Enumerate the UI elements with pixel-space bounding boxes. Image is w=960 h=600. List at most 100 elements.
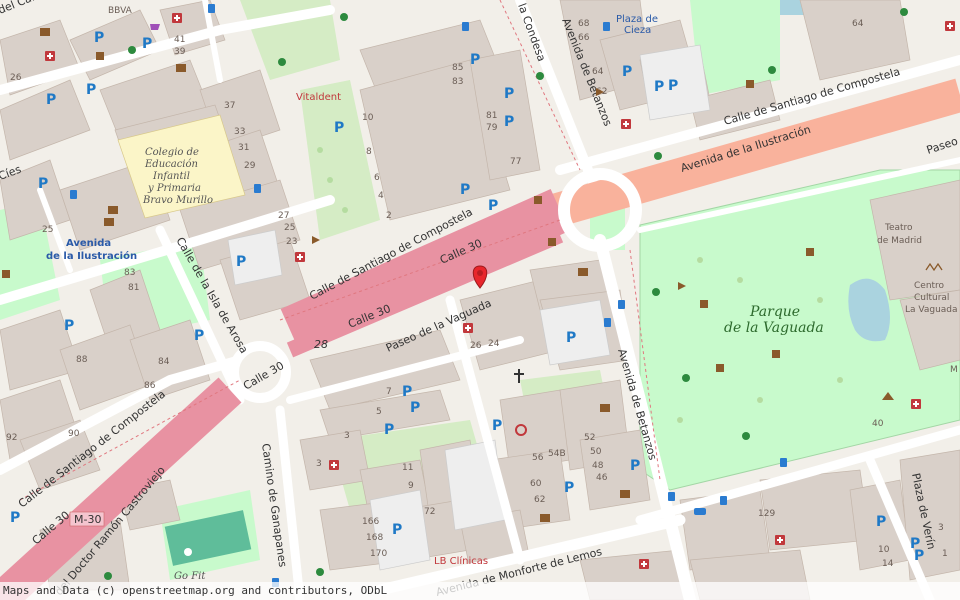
svg-text:62: 62 <box>534 495 545 505</box>
place-label-teatro-2: de Madrid <box>877 236 922 246</box>
pharmacy-cross-icon <box>463 323 473 333</box>
playground-icon <box>742 432 750 440</box>
parking-icon: P <box>46 92 56 108</box>
pharmacy-cross-icon <box>172 13 182 23</box>
parking-icon: P <box>566 330 576 346</box>
cafe-icon <box>746 80 754 88</box>
svg-text:11: 11 <box>402 463 413 473</box>
svg-text:7: 7 <box>386 387 392 397</box>
svg-text:84: 84 <box>158 357 170 367</box>
place-label-colegio-4: y Primaria <box>147 183 201 194</box>
svg-text:27: 27 <box>278 211 289 221</box>
svg-text:25: 25 <box>42 225 53 235</box>
bus-stop-icon <box>462 22 469 31</box>
pharmacy-cross-icon <box>45 51 55 61</box>
map-svg: del Carden la Condesa Avenida de Betanzo… <box>0 0 960 600</box>
bank-icon <box>540 514 550 522</box>
cafe-icon <box>534 196 542 204</box>
svg-text:64: 64 <box>852 19 864 29</box>
svg-text:52: 52 <box>584 433 595 443</box>
parking-icon: P <box>392 522 402 538</box>
svg-text:41: 41 <box>174 35 185 45</box>
svg-text:6: 6 <box>374 173 380 183</box>
svg-text:25: 25 <box>284 223 295 233</box>
svg-text:3: 3 <box>344 431 350 441</box>
svg-text:170: 170 <box>370 549 387 559</box>
bus-stop-icon <box>254 184 261 193</box>
svg-text:40: 40 <box>872 419 884 429</box>
playground-icon <box>682 374 690 382</box>
parking-icon: P <box>488 198 498 214</box>
bank-icon <box>578 268 588 276</box>
place-label-centro-3: La Vaguada <box>905 305 958 315</box>
bus-stop-icon <box>780 458 787 467</box>
svg-text:50: 50 <box>590 447 602 457</box>
place-label-parque-2: de la Vaguada <box>724 320 824 336</box>
svg-text:46: 46 <box>596 473 608 483</box>
sports-icon <box>184 548 192 556</box>
svg-text:83: 83 <box>124 268 135 278</box>
road-label-m30: M-30 <box>74 513 101 526</box>
place-label-colegio-3: Infantil <box>152 171 190 182</box>
cafe-icon <box>772 350 780 358</box>
place-label-plaza-cieza-1: Plaza de <box>616 14 658 25</box>
cafe-icon <box>96 52 104 60</box>
svg-text:10: 10 <box>362 113 374 123</box>
cafe-icon <box>2 270 10 278</box>
parking-icon: P <box>64 318 74 334</box>
svg-text:85: 85 <box>452 63 463 73</box>
parking-icon: P <box>38 176 48 192</box>
playground-icon <box>768 66 776 74</box>
playground-icon <box>278 58 286 66</box>
pharmacy-cross-icon <box>295 252 305 262</box>
svg-text:24: 24 <box>488 339 500 349</box>
parking-icon: P <box>334 120 344 136</box>
playground-icon <box>104 572 112 580</box>
parking-icon: P <box>654 79 664 95</box>
svg-text:64: 64 <box>592 67 604 77</box>
place-label-colegio-2: Educación <box>144 159 198 170</box>
svg-text:29: 29 <box>244 161 256 171</box>
parking-icon: P <box>86 82 96 98</box>
place-label-plaza-cieza-2: Cieza <box>624 25 651 36</box>
svg-text:77: 77 <box>510 157 521 167</box>
playground-icon <box>128 46 136 54</box>
svg-text:33: 33 <box>234 127 245 137</box>
svg-text:1: 1 <box>942 549 948 559</box>
car-icon <box>694 508 706 515</box>
svg-text:48: 48 <box>592 461 604 471</box>
playground-icon <box>900 8 908 16</box>
bus-stop-icon <box>70 190 77 199</box>
cafe-icon <box>700 300 708 308</box>
playground-icon <box>316 568 324 576</box>
pharmacy-cross-icon <box>639 559 649 569</box>
place-label-teatro-1: Teatro <box>884 223 913 233</box>
map-canvas[interactable]: del Carden la Condesa Avenida de Betanzo… <box>0 0 960 600</box>
parking-icon: P <box>564 480 574 496</box>
map-attribution: Maps and Data (c) openstreetmap.org and … <box>0 582 960 600</box>
pharmacy-cross-icon <box>775 535 785 545</box>
svg-text:81: 81 <box>486 111 497 121</box>
parking-icon: P <box>410 400 420 416</box>
cafe-icon <box>548 238 556 246</box>
svg-text:166: 166 <box>362 517 379 527</box>
svg-text:86: 86 <box>144 381 156 391</box>
bank-icon <box>108 206 118 214</box>
pharmacy-cross-icon <box>945 21 955 31</box>
svg-text:3: 3 <box>316 459 322 469</box>
parking-icon: P <box>492 418 502 434</box>
parking-icon: P <box>504 86 514 102</box>
svg-text:90: 90 <box>68 429 80 439</box>
place-label-m-partial: M <box>950 365 958 375</box>
parking-icon: P <box>876 514 886 530</box>
parking-icon: P <box>142 36 152 52</box>
svg-text:2: 2 <box>386 211 392 221</box>
svg-text:54B: 54B <box>548 449 566 459</box>
svg-text:26: 26 <box>10 73 22 83</box>
svg-text:56: 56 <box>532 453 544 463</box>
place-label-colegio-1: Colegio de <box>145 147 199 158</box>
parking-icon: P <box>402 384 412 400</box>
svg-text:26: 26 <box>470 341 482 351</box>
svg-text:72: 72 <box>424 507 435 517</box>
place-label-parque-1: Parque <box>749 304 800 320</box>
